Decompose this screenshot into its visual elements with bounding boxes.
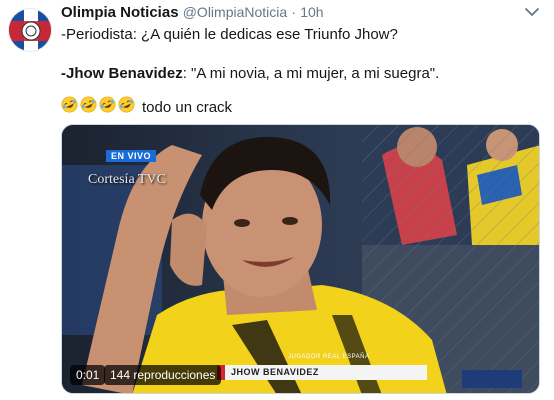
rolling-on-floor-laughing-icon xyxy=(118,96,135,113)
live-badge: EN VIVO xyxy=(106,150,157,162)
tweet-text-line-3: todo un crack xyxy=(61,96,232,119)
rolling-on-floor-laughing-icon xyxy=(99,96,116,113)
rolling-on-floor-laughing-icon xyxy=(61,96,78,113)
tweet-text-suffix: todo un crack xyxy=(142,98,233,116)
tweet-text-line-2: -Jhow Benavidez: "A mi novia, a mi mujer… xyxy=(61,64,439,84)
quote-text: : "A mi novia, a mi mujer, a mi suegra". xyxy=(182,65,440,82)
view-count: 144 reproducciones xyxy=(104,365,222,385)
video-elapsed-time: 0:01 xyxy=(70,365,106,385)
lower-third-name: JHOW BENAVIDEZ xyxy=(217,365,427,380)
broadcast-watermark: Cortesía TVC xyxy=(88,172,166,187)
user-handle[interactable]: @OlimpiaNoticia xyxy=(183,4,287,20)
tweet-text-line-1: -Periodista: ¿A quién le dedicas ese Tri… xyxy=(61,26,398,43)
profile-avatar[interactable] xyxy=(8,8,52,52)
quoted-speaker: -Jhow Benavidez xyxy=(61,65,183,82)
rolling-on-floor-laughing-icon xyxy=(80,96,97,113)
tweet-header: Olimpia Noticias @OlimpiaNoticia · 10h xyxy=(61,4,514,24)
lower-third-role: JUGADOR REAL ESPAÑA xyxy=(288,354,370,360)
emoji-row xyxy=(61,96,137,119)
separator-dot: · xyxy=(291,4,297,20)
tweet-timestamp[interactable]: 10h xyxy=(300,4,323,20)
display-name[interactable]: Olimpia Noticias xyxy=(61,4,179,21)
chevron-down-icon[interactable] xyxy=(524,6,540,18)
video-player[interactable]: EN VIVO Cortesía TVC JUGADOR REAL ESPAÑA… xyxy=(61,124,540,394)
